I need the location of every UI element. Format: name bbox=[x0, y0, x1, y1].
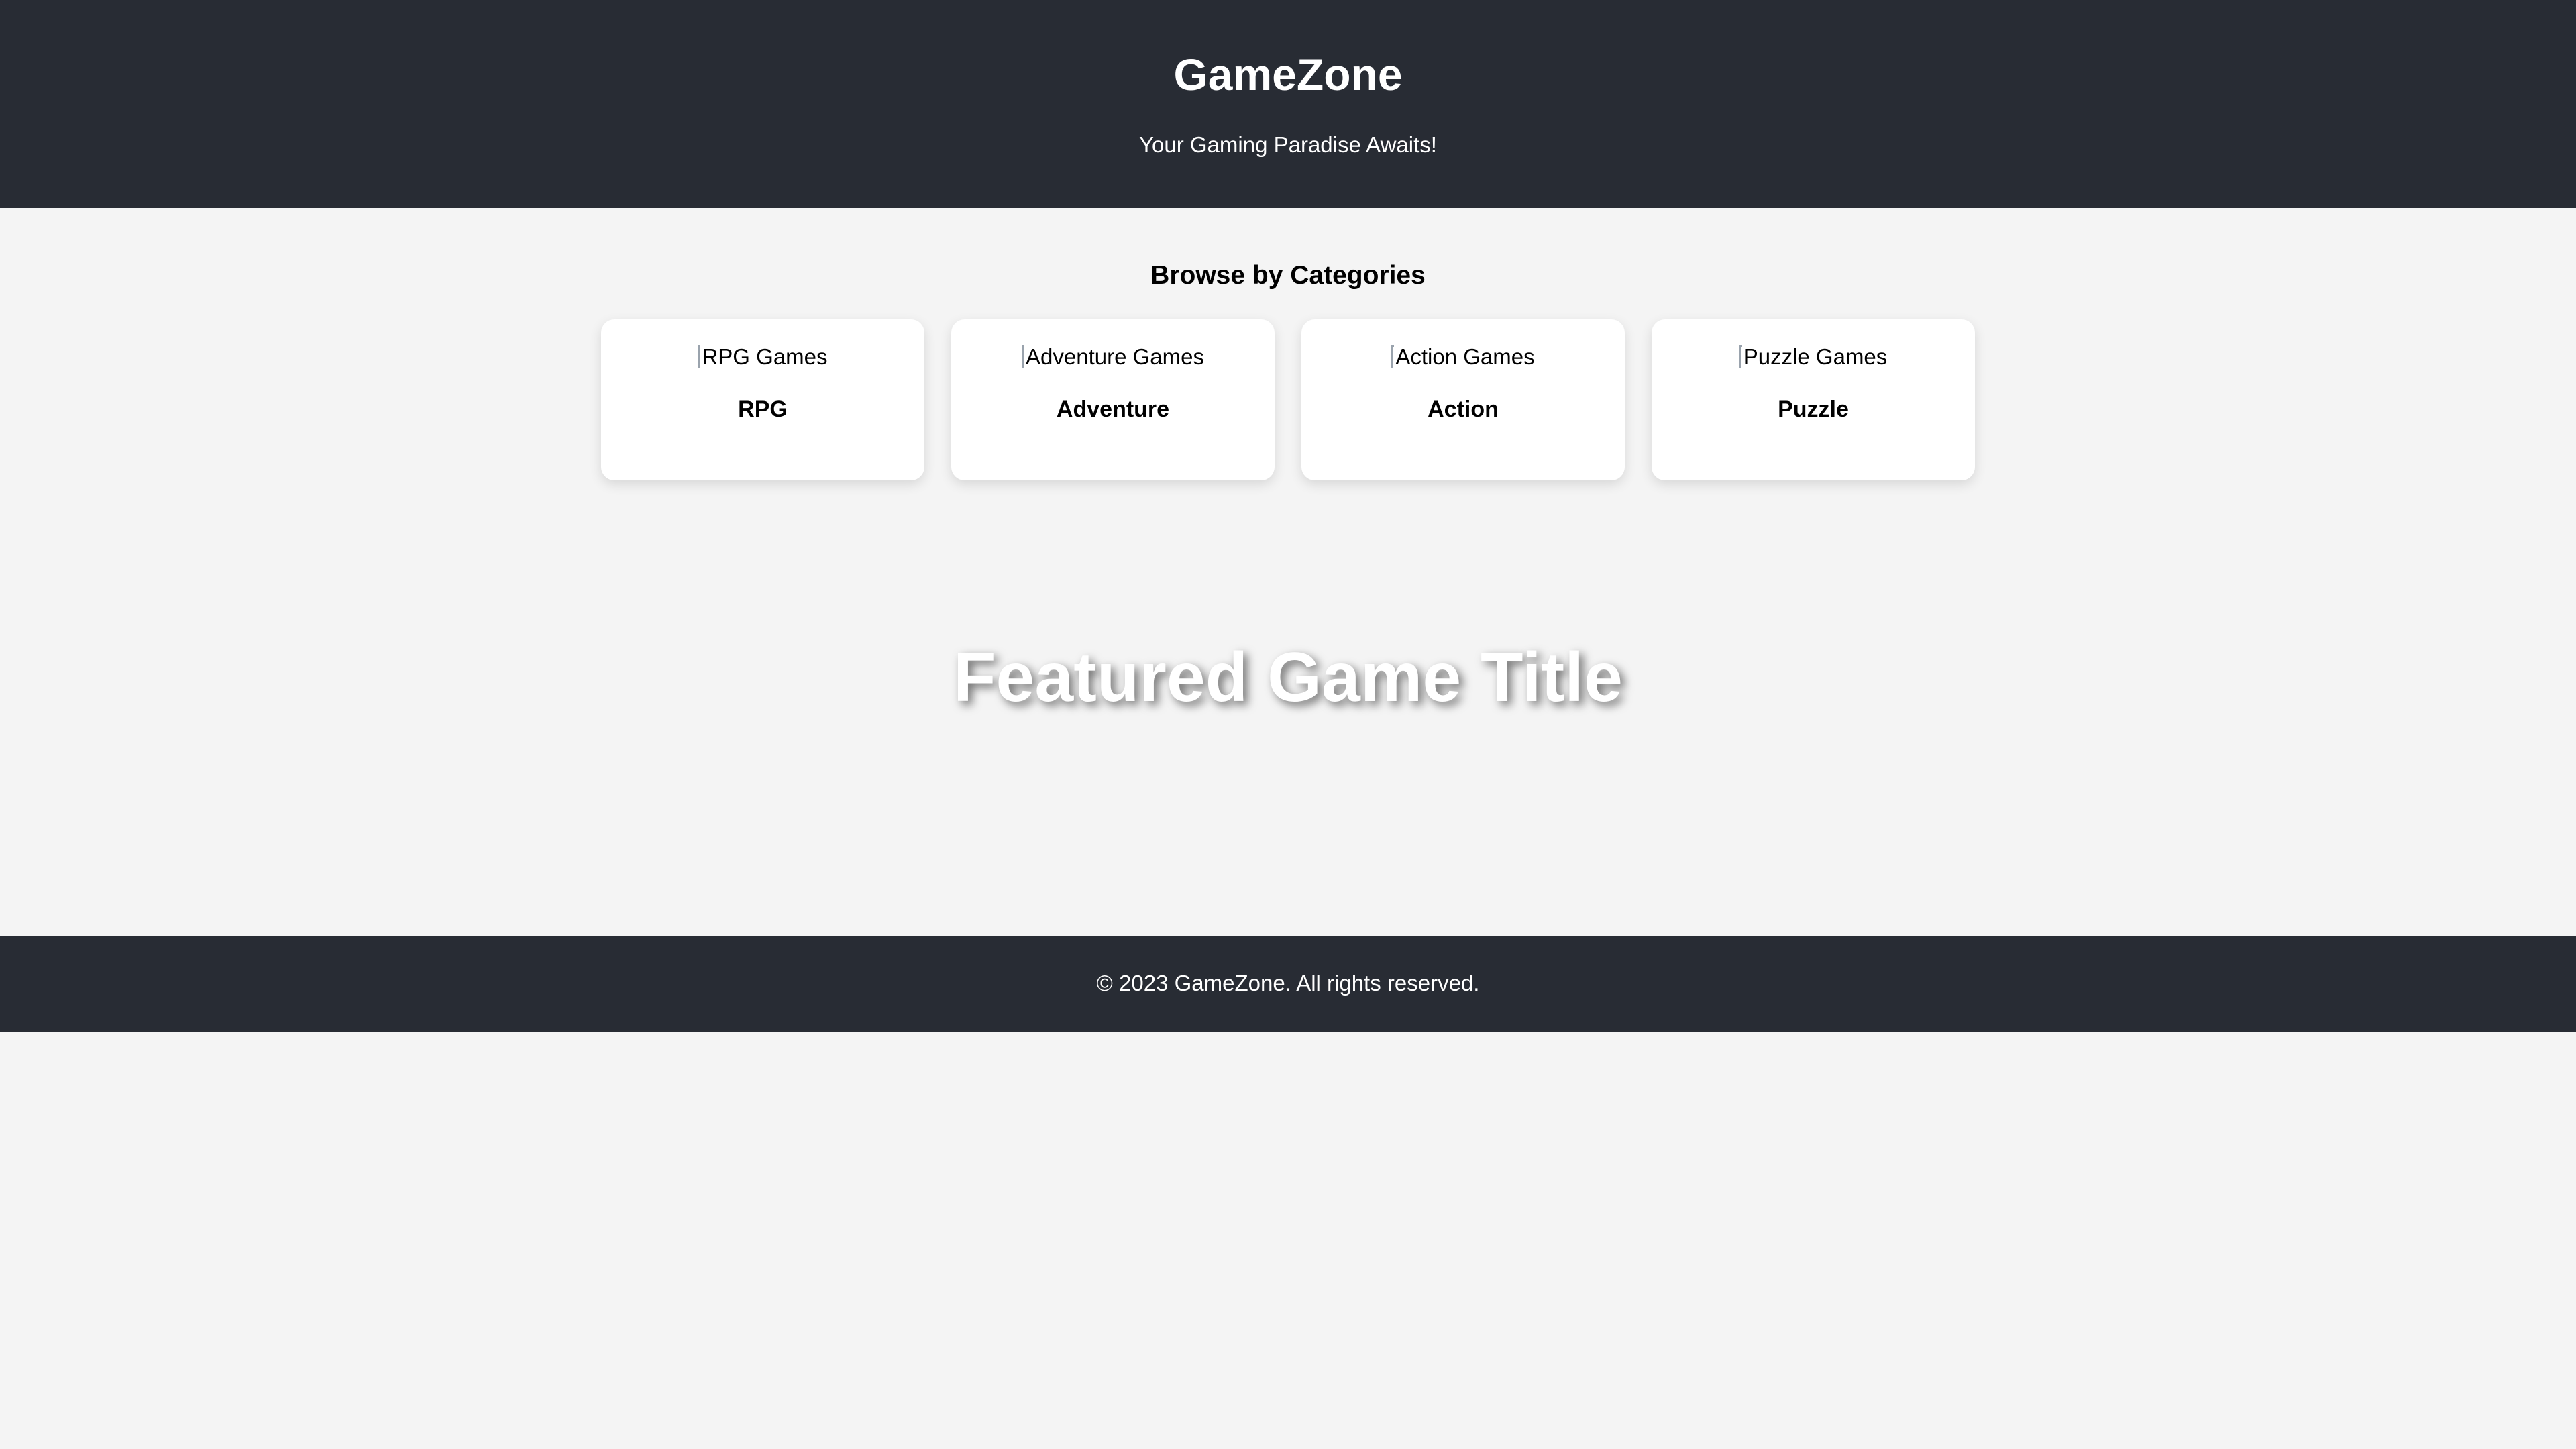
category-image-action: Action Games bbox=[1301, 343, 1625, 370]
site-title: GameZone bbox=[1173, 50, 1403, 99]
categories-heading: Browse by Categories bbox=[1150, 261, 1426, 290]
footer-copyright: © 2023 GameZone. All rights reserved. bbox=[1096, 971, 1480, 996]
category-card-adventure[interactable]: Adventure Games Adventure bbox=[951, 319, 1275, 480]
category-card-action[interactable]: Action Games Action bbox=[1301, 319, 1625, 480]
category-image-alt: Action Games bbox=[1395, 344, 1535, 369]
categories-grid: RPG Games RPG Adventure Games Adventure … bbox=[601, 319, 1975, 480]
category-image-puzzle: Puzzle Games bbox=[1652, 343, 1975, 370]
category-image-alt: Adventure Games bbox=[1026, 344, 1204, 369]
broken-image-icon bbox=[698, 345, 701, 368]
site-footer: © 2023 GameZone. All rights reserved. bbox=[0, 936, 2576, 1032]
category-label: Adventure bbox=[1056, 396, 1170, 422]
featured-game-title: Featured Game Title bbox=[953, 639, 1623, 716]
category-image-rpg: RPG Games bbox=[601, 343, 924, 370]
featured-game: Featured Game Title bbox=[0, 636, 2576, 720]
broken-image-icon bbox=[1739, 345, 1742, 368]
category-label: Puzzle bbox=[1778, 396, 1849, 422]
site-header: GameZone Your Gaming Paradise Awaits! bbox=[0, 0, 2576, 208]
category-label: Action bbox=[1428, 396, 1499, 422]
broken-image-icon bbox=[1022, 345, 1025, 368]
category-label: RPG bbox=[738, 396, 788, 422]
category-image-alt: RPG Games bbox=[702, 344, 828, 369]
category-image-adventure: Adventure Games bbox=[951, 343, 1275, 370]
site-tagline: Your Gaming Paradise Awaits! bbox=[1139, 132, 1437, 157]
category-image-alt: Puzzle Games bbox=[1743, 344, 1888, 369]
category-card-rpg[interactable]: RPG Games RPG bbox=[601, 319, 924, 480]
broken-image-icon bbox=[1391, 345, 1395, 368]
category-card-puzzle[interactable]: Puzzle Games Puzzle bbox=[1652, 319, 1975, 480]
